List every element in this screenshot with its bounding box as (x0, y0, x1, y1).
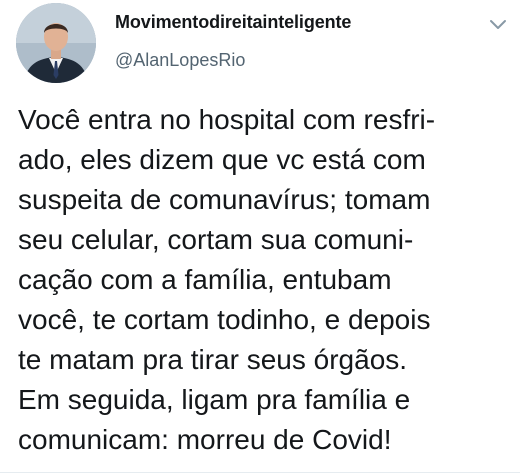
tweet-card: Movimentodireitainteligente @AlanLopesRi… (0, 0, 520, 476)
user-handle[interactable]: @AlanLopesRio (115, 50, 245, 71)
chevron-down-icon[interactable] (486, 12, 510, 36)
tweet-text-line: Em seguida, ligam pra família e (18, 384, 411, 415)
tweet-text-line: suspeita de comunavírus; tomam (18, 184, 431, 215)
tweet-text-line: você, te cortam todinho, e depois (18, 304, 431, 335)
tweet-text-line: te matam pra tirar seus órgãos. (18, 344, 408, 375)
user-avatar-image (16, 3, 96, 83)
tweet-text-line: ado, eles dizem que vc está com (18, 144, 426, 175)
tweet-text: Você entra no hospital com resfri- ado, … (18, 100, 518, 460)
tweet-text-line: comunicam: morreu de Covid! (18, 424, 392, 455)
display-name[interactable]: Movimentodireitainteligente (115, 12, 351, 33)
tweet-text-line: Você entra no hospital com resfri- (18, 104, 436, 135)
divider (0, 472, 520, 473)
avatar[interactable] (16, 3, 96, 83)
tweet-text-line: seu celular, cortam sua comuni- (18, 224, 414, 255)
tweet-text-line: cação com a família, entubam (18, 264, 392, 295)
